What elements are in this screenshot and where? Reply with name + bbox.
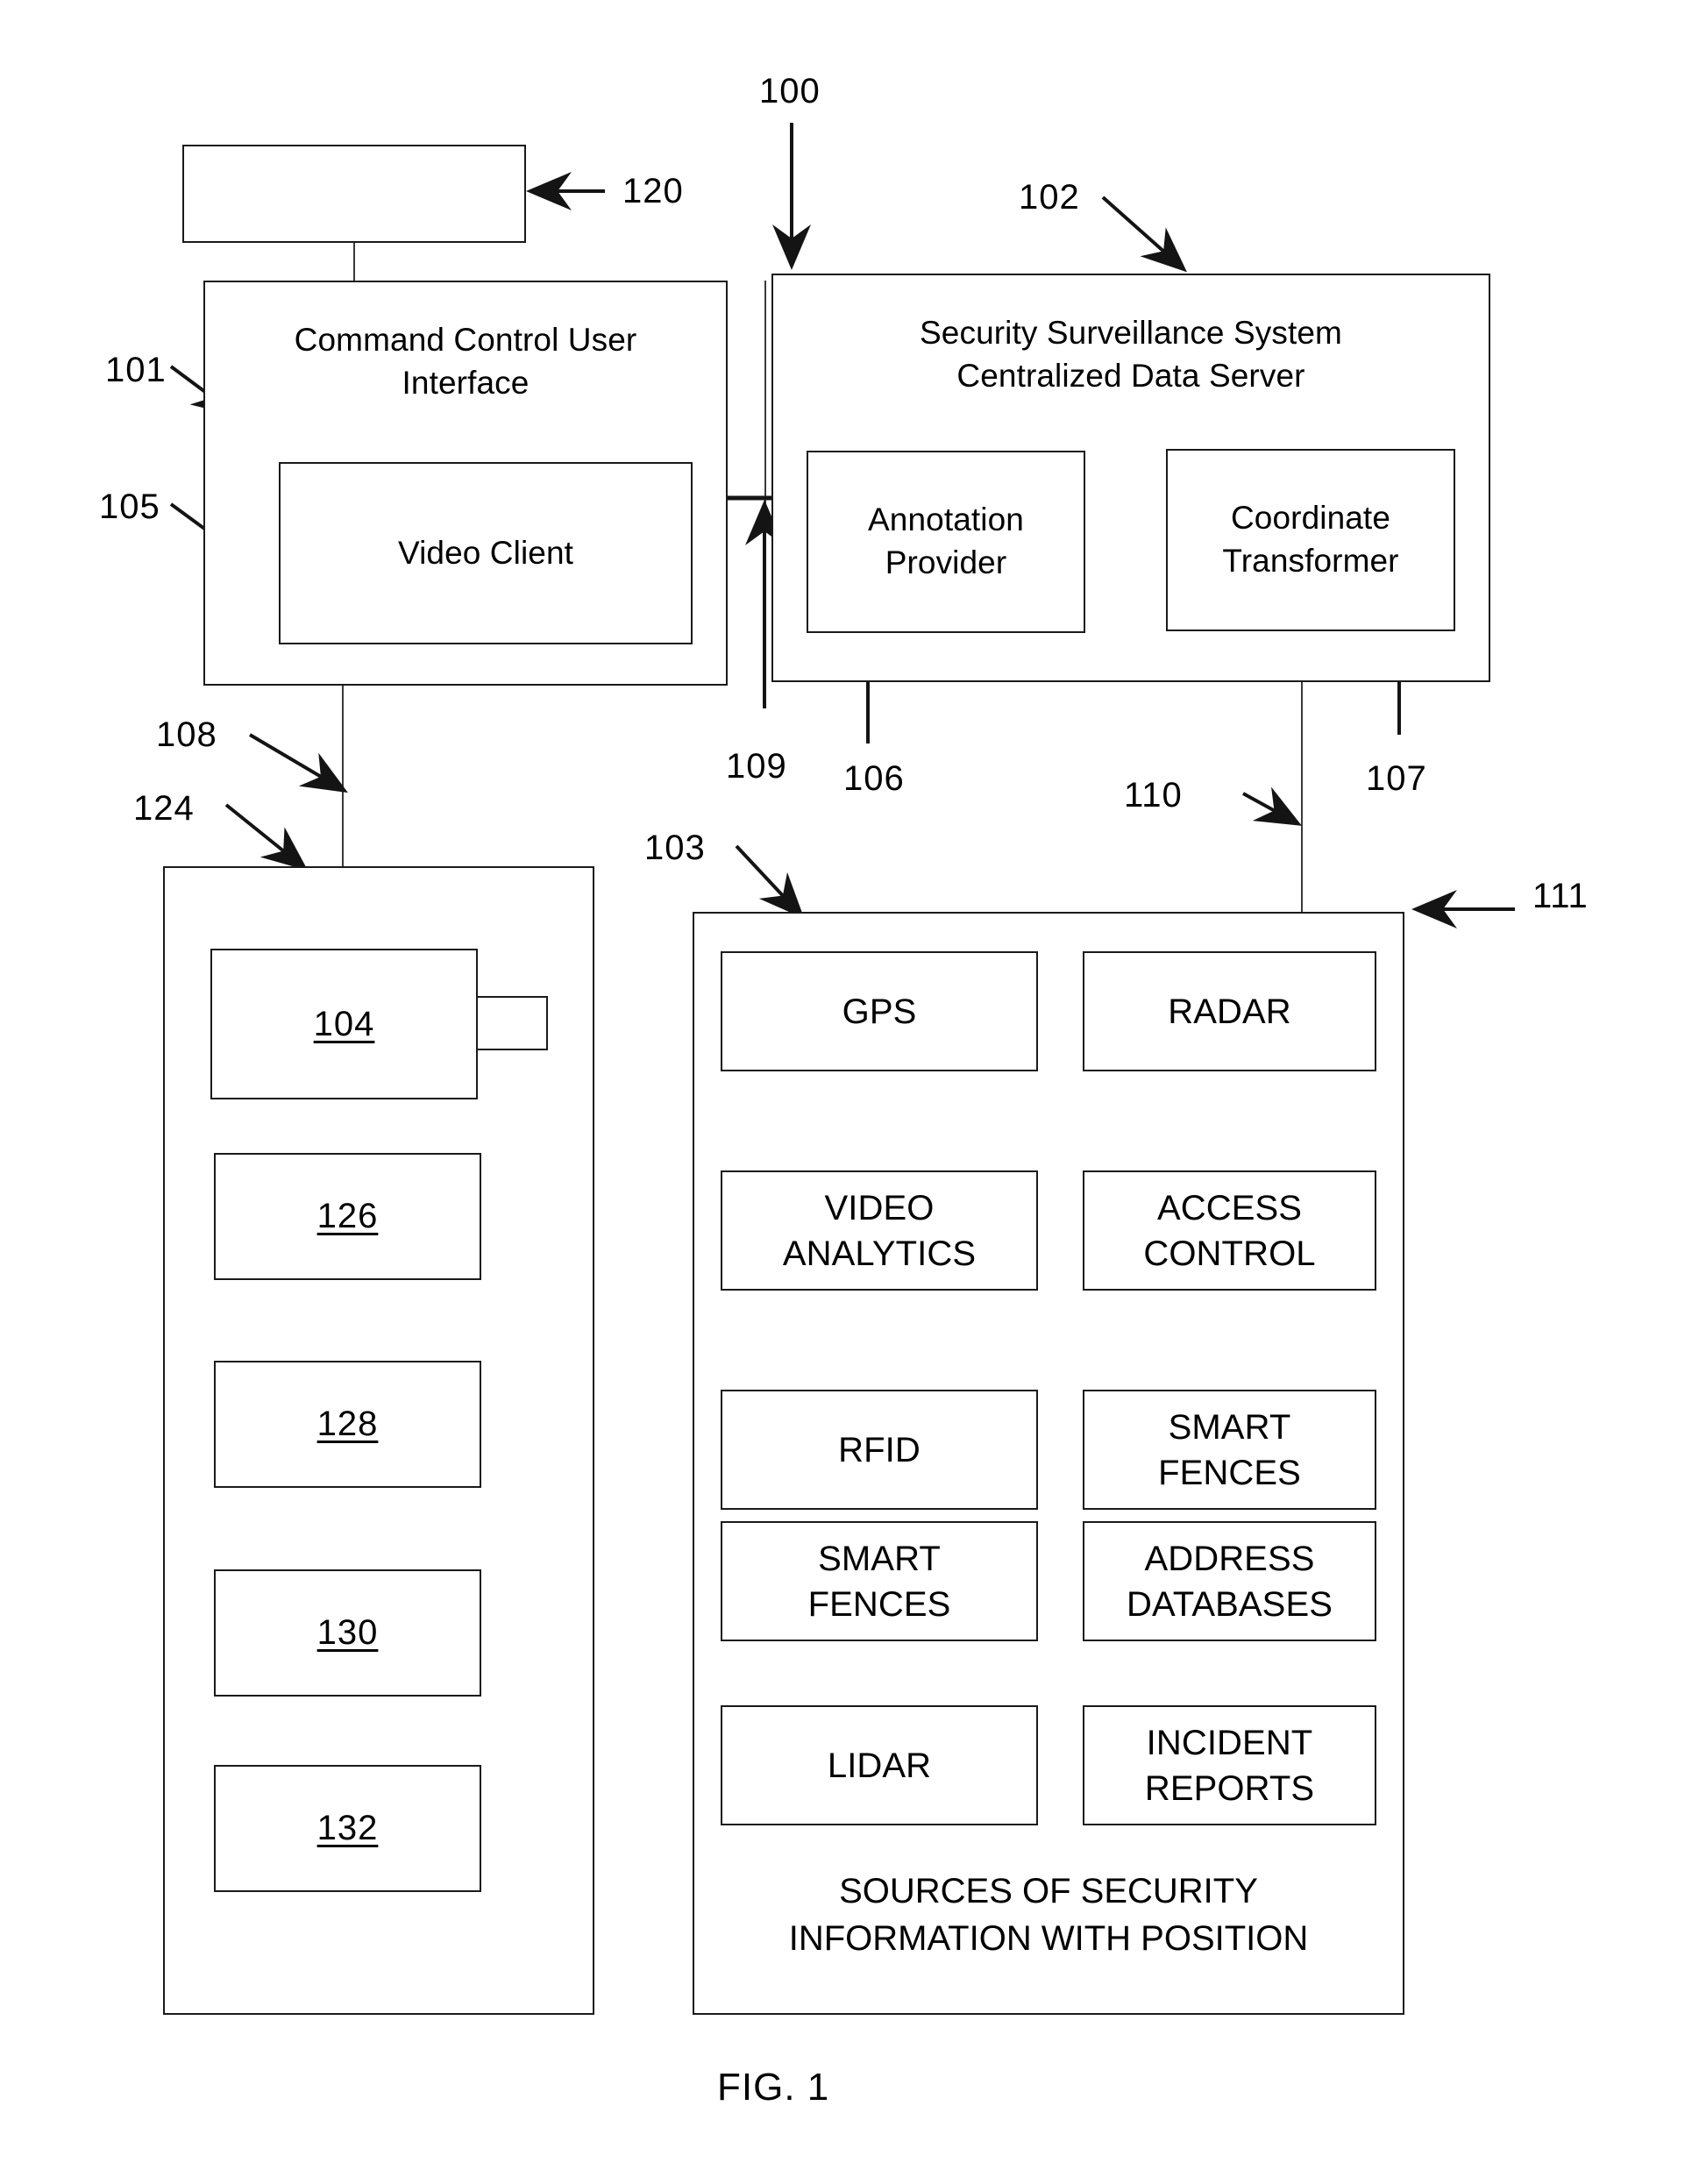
video-client-block: Video Client (279, 462, 693, 644)
coordinate-transformer-label: Coordinate Transformer (1222, 500, 1399, 579)
device-number-128: 128 (316, 1405, 379, 1443)
source-label-lidar: LIDAR (827, 1746, 932, 1785)
ref-numeral-108: 108 (156, 715, 217, 754)
connector-109-vertical (764, 281, 766, 677)
camera-lens-icon (478, 996, 548, 1050)
source-block-video-analytics: VIDEO ANALYTICS (721, 1170, 1038, 1291)
ref-numeral-106: 106 (843, 759, 905, 798)
source-block-smart-fences-2: SMART FENCES (721, 1521, 1038, 1641)
sources-panel-caption: SOURCES OF SECURITY INFORMATION WITH POS… (788, 1872, 1309, 1958)
source-block-rfid: RFID (721, 1390, 1038, 1510)
ref-numeral-101: 101 (105, 351, 167, 389)
annotation-provider-label: Annotation Provider (868, 502, 1024, 580)
connector-display-to-ui (353, 243, 355, 282)
source-label-video-analytics: VIDEO ANALYTICS (782, 1188, 977, 1273)
camera-number: 104 (313, 1004, 375, 1043)
device-number-132: 132 (316, 1809, 379, 1847)
ref-numeral-105: 105 (99, 487, 160, 526)
source-label-radar: RADAR (1168, 992, 1291, 1031)
ref-numeral-100: 100 (759, 72, 821, 110)
source-block-lidar: LIDAR (721, 1705, 1038, 1825)
source-label-smart-fences-2: SMART FENCES (807, 1539, 951, 1624)
display-block (182, 145, 526, 243)
source-block-incident-reports: INCIDENT REPORTS (1083, 1705, 1376, 1825)
camera-block: 104 (210, 949, 478, 1099)
device-block-132: 132 (214, 1765, 481, 1892)
source-block-gps: GPS (721, 951, 1038, 1071)
coordinate-transformer-block: Coordinate Transformer (1166, 449, 1455, 631)
ref-numeral-124: 124 (133, 789, 195, 828)
video-client-label: Video Client (397, 534, 574, 571)
annotation-provider-block: Annotation Provider (807, 451, 1085, 633)
source-block-radar: RADAR (1083, 951, 1376, 1071)
device-block-130: 130 (214, 1569, 481, 1697)
figure-caption: FIG. 1 (717, 2066, 830, 2109)
source-label-gps: GPS (842, 992, 917, 1031)
ref-numeral-102: 102 (1019, 178, 1080, 217)
source-block-address-databases: ADDRESS DATABASES (1083, 1521, 1376, 1641)
ref-numeral-103: 103 (644, 829, 706, 867)
command-control-label: Command Control User Interface (294, 322, 637, 401)
device-number-130: 130 (316, 1613, 379, 1652)
device-block-128: 128 (214, 1361, 481, 1488)
patent-figure: 100 120 102 101 105 108 124 109 106 110 … (0, 0, 1699, 2184)
device-number-126: 126 (316, 1197, 379, 1235)
source-label-address-databases: ADDRESS DATABASES (1126, 1539, 1333, 1624)
ref-numeral-111: 111 (1532, 877, 1589, 915)
source-label-smart-fences-1: SMART FENCES (1158, 1407, 1301, 1492)
ref-numeral-109: 109 (726, 747, 787, 786)
ref-numeral-120: 120 (622, 172, 684, 210)
source-block-smart-fences-1: SMART FENCES (1083, 1390, 1376, 1510)
source-block-access-control: ACCESS CONTROL (1083, 1170, 1376, 1291)
source-label-access-control: ACCESS CONTROL (1143, 1188, 1316, 1273)
source-label-incident-reports: INCIDENT REPORTS (1144, 1723, 1315, 1808)
ref-numeral-110: 110 (1124, 776, 1183, 815)
device-block-126: 126 (214, 1153, 481, 1280)
ref-numeral-107: 107 (1366, 759, 1427, 798)
source-label-rfid: RFID (838, 1430, 921, 1469)
server-label: Security Surveillance System Centralized… (920, 315, 1342, 394)
